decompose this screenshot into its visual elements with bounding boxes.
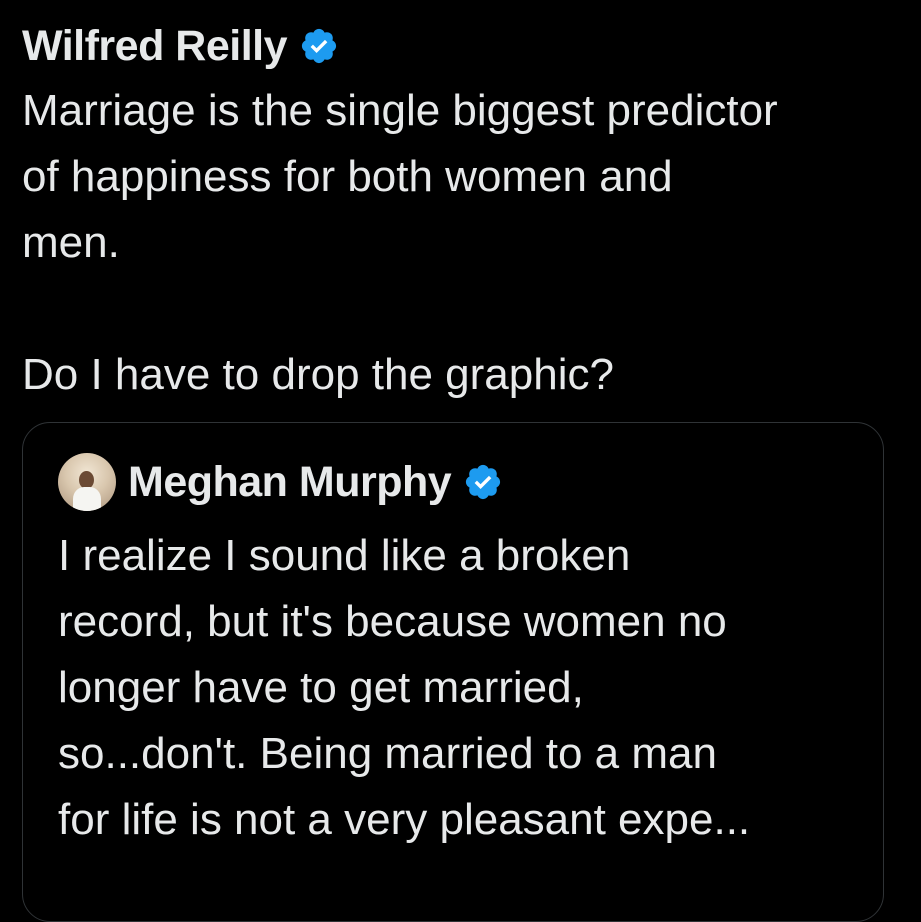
tweet-text-line: Marriage is the single biggest predictor bbox=[22, 86, 778, 135]
quoted-tweet-header: Meghan Murphy bbox=[58, 453, 503, 511]
tweet-header: Wilfred Reilly bbox=[22, 18, 902, 74]
quoted-tweet-card[interactable]: Meghan Murphy I realize I sound like a b… bbox=[22, 422, 884, 922]
user-avatar[interactable] bbox=[58, 453, 116, 511]
quoted-text-line: longer have to get married, bbox=[58, 663, 584, 712]
verified-badge-icon bbox=[466, 464, 501, 500]
quoted-text-line: for life is not a very pleasant expe... bbox=[58, 795, 751, 844]
tweet-text: Marriage is the single biggest predictor… bbox=[22, 78, 902, 408]
quoted-author-name[interactable]: Meghan Murphy bbox=[128, 458, 452, 507]
tweet[interactable]: Wilfred Reilly Marriage is the single bi… bbox=[22, 18, 902, 408]
quoted-text-line: I realize I sound like a broken bbox=[58, 531, 631, 580]
avatar-body-shape bbox=[73, 487, 101, 511]
tweet-text-line: Do I have to drop the graphic? bbox=[22, 350, 614, 399]
tweet-text-line: of happiness for both women and bbox=[22, 152, 673, 201]
quoted-text-line: record, but it's because women no bbox=[58, 597, 727, 646]
tweet-text-line: men. bbox=[22, 218, 120, 267]
quoted-text-line: so...don't. Being married to a man bbox=[58, 729, 717, 778]
quoted-tweet-text: I realize I sound like a broken record, … bbox=[58, 523, 858, 853]
author-name[interactable]: Wilfred Reilly bbox=[22, 22, 288, 71]
verified-badge-icon bbox=[301, 28, 337, 64]
